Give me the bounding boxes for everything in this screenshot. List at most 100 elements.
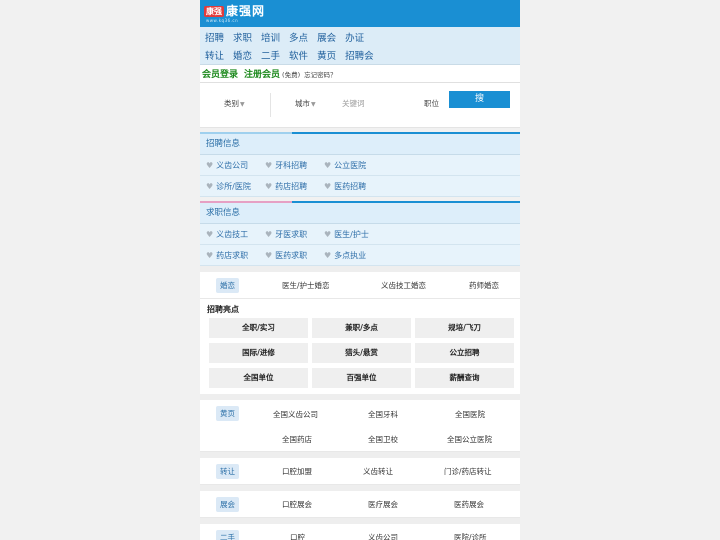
- city-select-label: 城市: [295, 99, 310, 108]
- marriage-link-pharmacist[interactable]: 药师婚恋: [469, 280, 499, 291]
- recruit-link-denture[interactable]: ♥ 义齿公司: [206, 160, 265, 171]
- site-header: 康强 康强网 www.kq36.cn: [200, 0, 520, 27]
- mobile-page: 康强 康强网 www.kq36.cn 招聘 求职 培训 多点 展会 办证 转让 …: [200, 0, 520, 540]
- recruit-section: 招聘信息 ♥ 义齿公司 ♥ 牙科招聘 ♥ 公立医院 ♥ 诊所/医院 ♥ 药店招聘 ♥ 医药招…: [200, 134, 520, 197]
- recruit-link-pharmacy[interactable]: ♥ 药店招聘: [265, 181, 324, 192]
- member-bar: 会员登录 注册会员 (免费) 忘记密码？: [200, 65, 520, 83]
- heart-icon: ♥: [324, 250, 332, 260]
- recruit-link-public-hospital[interactable]: ♥ 公立医院: [324, 160, 383, 171]
- link-label: 牙医求职: [275, 229, 308, 239]
- recruit-title[interactable]: 招聘信息: [200, 134, 520, 155]
- highlight-public-button[interactable]: 公立招聘: [415, 343, 514, 363]
- expo-link-dental[interactable]: 口腔展会: [282, 499, 312, 510]
- heart-icon: ♥: [206, 181, 214, 191]
- highlight-salary-button[interactable]: 薪酬查询: [415, 368, 514, 388]
- link-label: 义齿公司: [216, 160, 249, 170]
- yellow-link-dental[interactable]: 全国牙科: [368, 409, 398, 420]
- highlight-parttime-button[interactable]: 兼职/多点: [312, 318, 411, 338]
- city-select[interactable]: 城市▼: [295, 98, 316, 109]
- secondhand-strip: 二手 口腔 义齿公司 医院/诊所: [200, 524, 520, 540]
- nav-item-jobfair[interactable]: 招聘会: [345, 48, 374, 62]
- secondhand-link-denture[interactable]: 义齿公司: [368, 532, 398, 540]
- nav-item-transfer[interactable]: 转让: [205, 48, 224, 62]
- nav-row-2: 转让 婚恋 二手 软件 黄页 招聘会: [205, 46, 515, 64]
- secondhand-link-hospital[interactable]: 医院/诊所: [454, 532, 487, 540]
- nav-item-secondhand[interactable]: 二手: [261, 48, 280, 62]
- member-register-link[interactable]: 注册会员: [244, 67, 280, 80]
- transfer-link-clinic[interactable]: 门诊/药店转让: [444, 466, 492, 477]
- expo-tag[interactable]: 展会: [216, 496, 239, 512]
- member-login-link[interactable]: 会员登录: [202, 67, 238, 80]
- nav-item-training[interactable]: 培训: [261, 30, 280, 44]
- heart-icon: ♥: [324, 229, 332, 239]
- jobseek-section: 求职信息 ♥ 义齿技工 ♥ 牙医求职 ♥ 医生/护士 ♥ 药店求职 ♥ 医药求职 ♥ 多点执…: [200, 203, 520, 266]
- nav-item-expo[interactable]: 展会: [317, 30, 336, 44]
- recruit-link-dental[interactable]: ♥ 牙科招聘: [265, 160, 324, 171]
- nav-item-license[interactable]: 办证: [345, 30, 364, 44]
- transfer-strip: 转让 口腔加盟 义齿转让 门诊/药店转让: [200, 458, 520, 485]
- band-right: [292, 201, 520, 203]
- register-free-note: (免费): [282, 70, 301, 79]
- position-select[interactable]: 职位: [424, 98, 439, 109]
- link-label: 医药招聘: [334, 181, 367, 191]
- marriage-tag[interactable]: 婚恋: [216, 277, 239, 293]
- yellow-link-hospital[interactable]: 全国医院: [455, 409, 485, 420]
- site-logo[interactable]: 康强 康强网: [204, 5, 265, 18]
- category-select[interactable]: 类别▼: [224, 98, 245, 109]
- link-label: 医生/护士: [334, 229, 369, 239]
- nav-item-yellowpages[interactable]: 黄页: [317, 48, 336, 62]
- highlight-international-button[interactable]: 国际/进修: [209, 343, 308, 363]
- highlight-residency-button[interactable]: 规培/飞刀: [415, 318, 514, 338]
- yellow-link-pharmacy[interactable]: 全国药店: [282, 434, 312, 445]
- nav-item-jobseek[interactable]: 求职: [233, 30, 252, 44]
- recruit-link-medicine[interactable]: ♥ 医药招聘: [324, 181, 383, 192]
- keyword-input[interactable]: 关键词: [342, 98, 365, 109]
- link-label: 诊所/医院: [216, 181, 251, 191]
- link-label: 药店求职: [216, 250, 249, 260]
- yellow-link-denture[interactable]: 全国义齿公司: [273, 409, 318, 420]
- yellow-link-school[interactable]: 全国卫校: [368, 434, 398, 445]
- highlight-top100-button[interactable]: 百强单位: [312, 368, 411, 388]
- jobseek-row-1: ♥ 义齿技工 ♥ 牙医求职 ♥ 医生/护士: [200, 224, 520, 245]
- highlight-national-units-button[interactable]: 全国单位: [209, 368, 308, 388]
- yellowpages-tag[interactable]: 黄页: [216, 406, 239, 421]
- highlight-headhunter-button[interactable]: 猎头/悬赏: [312, 343, 411, 363]
- marriage-link-doctor[interactable]: 医生/护士婚恋: [282, 280, 330, 291]
- link-label: 药店招聘: [275, 181, 308, 191]
- forgot-password-link[interactable]: 忘记密码？: [304, 69, 337, 79]
- jobseek-row-2: ♥ 药店求职 ♥ 医药求职 ♥ 多点执业: [200, 245, 520, 266]
- jobseek-link-pharmacy[interactable]: ♥ 药店求职: [206, 250, 265, 261]
- jobseek-link-technician[interactable]: ♥ 义齿技工: [206, 229, 265, 240]
- nav-item-software[interactable]: 软件: [289, 48, 308, 62]
- jobseek-link-dentist[interactable]: ♥ 牙医求职: [265, 229, 324, 240]
- transfer-link-dental-franchise[interactable]: 口腔加盟: [282, 466, 312, 477]
- jobseek-title[interactable]: 求职信息: [200, 203, 520, 224]
- secondhand-link-dental[interactable]: 口腔: [290, 532, 305, 540]
- nav-item-marriage[interactable]: 婚恋: [233, 48, 252, 62]
- recruit-link-clinic[interactable]: ♥ 诊所/医院: [206, 181, 265, 192]
- marriage-link-technician[interactable]: 义齿技工婚恋: [381, 280, 426, 291]
- band-left: [200, 201, 292, 203]
- heart-icon: ♥: [265, 181, 273, 191]
- highlight-fulltime-button[interactable]: 全职/实习: [209, 318, 308, 338]
- jobseek-link-medicine[interactable]: ♥ 医药求职: [265, 250, 324, 261]
- secondhand-tag[interactable]: 二手: [216, 529, 239, 540]
- search-bar: 类别▼ 城市▼ 关键词 职位 搜: [200, 83, 520, 128]
- jobseek-link-multisite[interactable]: ♥ 多点执业: [324, 250, 383, 261]
- jobseek-link-doctor-nurse[interactable]: ♥ 医生/护士: [324, 229, 383, 240]
- expo-link-medical[interactable]: 医疗展会: [368, 499, 398, 510]
- recruit-row-2: ♥ 诊所/医院 ♥ 药店招聘 ♥ 医药招聘: [200, 176, 520, 197]
- yellow-link-public-hospital[interactable]: 全国公立医院: [447, 434, 492, 445]
- nav-item-recruit[interactable]: 招聘: [205, 30, 224, 44]
- heart-icon: ♥: [324, 160, 332, 170]
- expo-link-pharma[interactable]: 医药展会: [454, 499, 484, 510]
- chevron-down-icon: ▼: [311, 101, 316, 108]
- chevron-down-icon: ▼: [240, 101, 245, 108]
- transfer-tag[interactable]: 转让: [216, 463, 239, 479]
- search-button[interactable]: 搜: [449, 91, 510, 108]
- heart-icon: ♥: [265, 229, 273, 239]
- nav-item-multisite[interactable]: 多点: [289, 30, 308, 44]
- transfer-link-denture[interactable]: 义齿转让: [363, 466, 393, 477]
- main-nav: 招聘 求职 培训 多点 展会 办证 转让 婚恋 二手 软件 黄页 招聘会: [200, 27, 520, 65]
- recruit-row-1: ♥ 义齿公司 ♥ 牙科招聘 ♥ 公立医院: [200, 155, 520, 176]
